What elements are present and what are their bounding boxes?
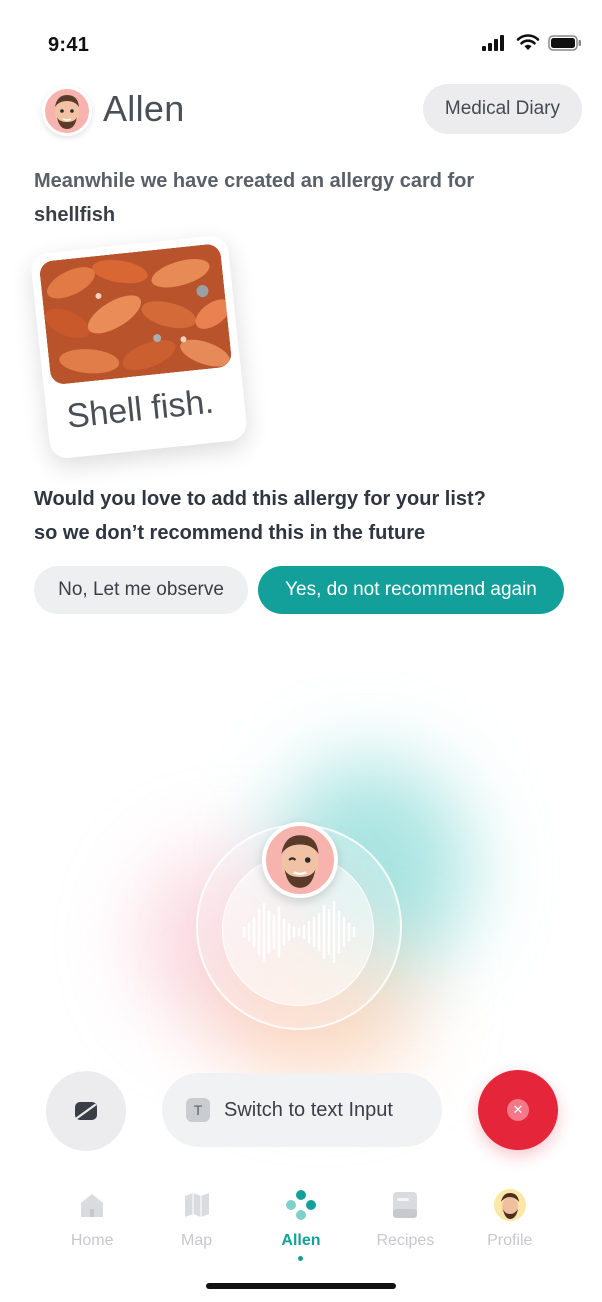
speaking-agent-avatar — [262, 822, 338, 898]
voice-waveform-icon — [242, 900, 356, 964]
status-icons — [482, 34, 582, 51]
tab-allen-label: Allen — [281, 1232, 321, 1249]
text-input-icon: T — [186, 1098, 210, 1122]
recipe-card-icon — [393, 1192, 418, 1218]
end-voice-button[interactable]: ✕ — [478, 1070, 558, 1150]
edit-button[interactable] — [46, 1071, 126, 1151]
wifi-icon — [516, 34, 540, 50]
active-tab-indicator — [298, 1256, 304, 1261]
memoji-wink-icon — [281, 835, 319, 888]
pencil-icon — [75, 1102, 97, 1120]
switch-to-text-button[interactable]: T Switch to text Input — [162, 1073, 442, 1147]
tab-map[interactable]: Map — [152, 1180, 242, 1270]
shrimp-image — [38, 243, 233, 386]
memoji-face-icon — [55, 95, 79, 129]
medical-diary-button[interactable]: Medical Diary — [422, 84, 582, 134]
home-indicator[interactable] — [206, 1283, 396, 1289]
map-icon — [184, 1193, 209, 1217]
shellfish-photo — [38, 243, 233, 386]
choice-row: No, Let me observe Yes, do not recommend… — [34, 566, 564, 614]
agent-name: Allen — [103, 88, 185, 129]
tab-recipes-label: Recipes — [376, 1232, 435, 1249]
tab-profile[interactable]: Profile — [465, 1180, 555, 1270]
assistant-message: Meanwhile we have created an allergy car… — [34, 164, 554, 232]
house-icon — [81, 1194, 104, 1217]
switch-to-text-label: Switch to text Input — [224, 1098, 393, 1121]
message-line-2: shellfish — [34, 204, 116, 226]
voice-orb — [100, 720, 500, 1100]
observe-button[interactable]: No, Let me observe — [34, 566, 248, 614]
question-line-1: Would you love to add this allergy for y… — [34, 488, 486, 510]
allergy-question: Would you love to add this allergy for y… — [34, 482, 574, 550]
chat-header: Allen Medical Diary — [0, 84, 602, 140]
tab-profile-label: Profile — [487, 1232, 533, 1249]
status-bar: 9:41 — [0, 0, 602, 88]
tab-home-label: Home — [70, 1232, 114, 1249]
tab-recipes[interactable]: Recipes — [360, 1180, 450, 1270]
dots-logo-icon — [285, 1190, 316, 1220]
tab-bar: Home Map Allen Recipes Profile — [0, 1180, 602, 1270]
status-time: 9:41 — [48, 34, 90, 56]
tab-home[interactable]: Home — [47, 1180, 137, 1270]
close-icon: ✕ — [507, 1099, 529, 1121]
question-line-2: so we don’t recommend this in the future — [34, 522, 426, 544]
allergy-card-label: Shell fish. — [64, 382, 216, 436]
do-not-recommend-button[interactable]: Yes, do not recommend again — [258, 566, 564, 614]
message-line-1: Meanwhile we have created an allergy car… — [34, 170, 475, 192]
avatar-icon — [493, 1189, 526, 1221]
allergy-card[interactable]: Shell fish. — [29, 234, 249, 460]
cellular-signal-icon — [482, 34, 504, 51]
battery-icon — [548, 34, 581, 51]
tab-map-label: Map — [181, 1232, 213, 1249]
tab-allen[interactable]: Allen — [256, 1180, 346, 1270]
agent-avatar[interactable] — [42, 86, 92, 136]
